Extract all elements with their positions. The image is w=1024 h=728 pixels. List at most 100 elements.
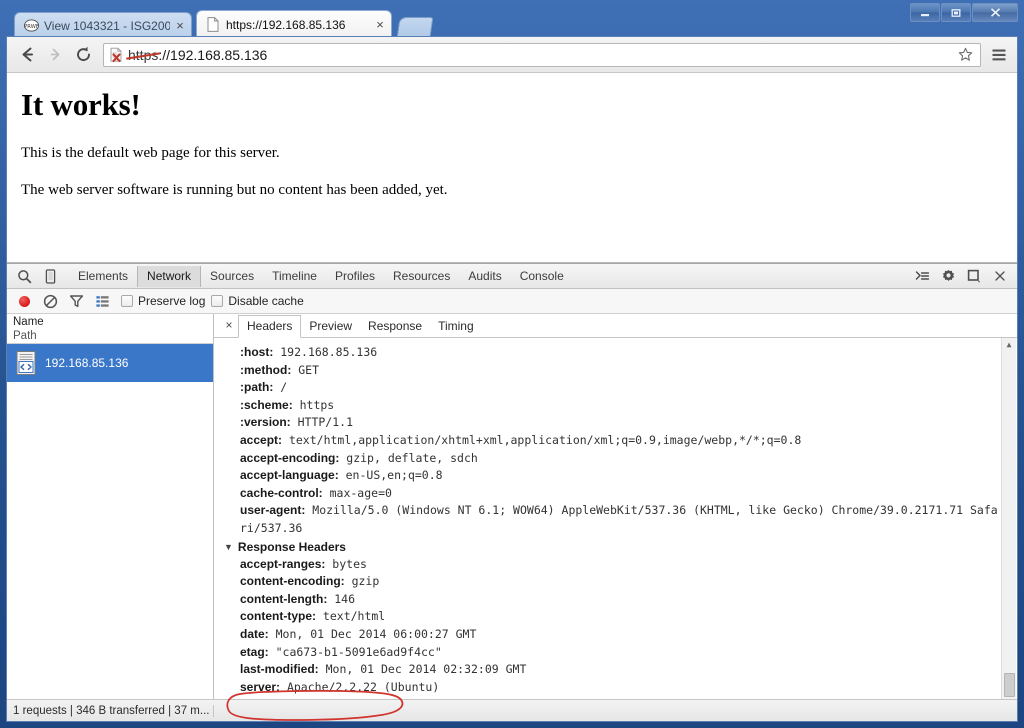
tab-elements[interactable]: Elements [69, 266, 137, 287]
detail-close-icon[interactable]: × [220, 316, 238, 334]
network-subtoolbar: Preserve log Disable cache [7, 289, 1017, 314]
tab-resources[interactable]: Resources [384, 266, 459, 287]
address-bar[interactable]: https://192.168.85.136 [103, 42, 981, 67]
request-header-row: accept-language: en-US,en;q=0.8 [214, 467, 999, 485]
tab-network[interactable]: Network [137, 265, 202, 287]
header-key: status: [240, 697, 279, 699]
detail-tab-response[interactable]: Response [360, 316, 430, 337]
request-header-row: :method: GET [214, 362, 999, 380]
header-value: text/html [316, 609, 386, 624]
header-value: 200 [279, 697, 307, 699]
page-icon [205, 17, 221, 33]
clear-icon[interactable] [37, 290, 63, 313]
triangle-down-icon: ▼ [224, 541, 233, 552]
header-value: "ca673-b1-5091e6ad9f4cc" [268, 644, 442, 659]
tab-sources[interactable]: Sources [201, 266, 263, 287]
disable-cache-checkbox[interactable]: Disable cache [211, 294, 304, 308]
detail-tab-preview[interactable]: Preview [301, 316, 360, 337]
forward-button[interactable] [41, 41, 69, 69]
header-value: Mozilla/5.0 (Windows NT 6.1; WOW64) Appl… [240, 503, 998, 535]
header-key: date: [240, 626, 269, 641]
tab-console[interactable]: Console [511, 266, 573, 287]
network-summary: 1 requests | 346 B transferred | 37 m... [7, 704, 214, 717]
browser-chrome: https://192.168.85.136 It works! This is… [6, 36, 1018, 722]
filter-icon[interactable] [63, 290, 89, 313]
chrome-menu-icon[interactable] [987, 48, 1011, 62]
header-key: cache-control: [240, 485, 323, 500]
bookmark-star-icon[interactable] [954, 47, 976, 62]
device-toggle-icon[interactable] [37, 265, 63, 288]
header-key: content-type: [240, 609, 316, 624]
header-value: Apache/2.2.22 (Ubuntu) [280, 679, 440, 694]
requests-column-header[interactable]: Name Path [7, 314, 213, 344]
headers-scrollbar[interactable]: ▲ [1001, 338, 1016, 699]
preserve-log-checkbox[interactable]: Preserve log [121, 294, 205, 308]
tab-timeline[interactable]: Timeline [263, 266, 326, 287]
devtools-close-icon[interactable] [987, 265, 1013, 288]
request-header-row: :version: HTTP/1.1 [214, 414, 999, 432]
header-key: :method: [240, 362, 292, 377]
tab-close-icon[interactable]: × [173, 18, 187, 33]
page-viewport: It works! This is the default web page f… [7, 73, 1017, 263]
header-key: etag: [240, 644, 269, 659]
scroll-up-arrow-icon[interactable]: ▲ [1007, 340, 1012, 349]
response-header-row: last-modified: Mon, 01 Dec 2014 02:32:09… [214, 661, 999, 679]
scrollbar-thumb[interactable] [1004, 673, 1015, 697]
header-key: accept-ranges: [240, 556, 326, 571]
checkbox-box [211, 295, 224, 307]
header-value: gzip [344, 574, 380, 589]
large-rows-icon[interactable] [89, 290, 115, 313]
request-header-row: accept: text/html,application/xhtml+xml,… [214, 432, 999, 450]
tab-profiles[interactable]: Profiles [326, 266, 384, 287]
header-value: text/html,application/xhtml+xml,applicat… [282, 432, 802, 447]
devtools-panel: Elements Network Sources Timeline Profil… [7, 263, 1017, 721]
tab-active-server[interactable]: https://192.168.85.136 × [196, 10, 392, 38]
back-button[interactable] [13, 41, 41, 69]
prwf-icon: PRWF [23, 18, 39, 34]
reload-button[interactable] [69, 41, 97, 69]
dock-position-icon[interactable] [961, 265, 987, 288]
request-header-row: user-agent: Mozilla/5.0 (Windows NT 6.1;… [214, 502, 999, 537]
response-header-row: content-length: 146 [214, 591, 999, 609]
headers-scroll-area: :host: 192.168.85.136:method: GET:path: … [214, 338, 1017, 699]
browser-window: PRWF View 1043321 - ISG2000-id × https:/… [0, 0, 1024, 728]
response-header-row: date: Mon, 01 Dec 2014 06:00:27 GMT [214, 626, 999, 644]
response-headers-section-title[interactable]: ▼ Response Headers [214, 538, 999, 556]
broken-https-icon[interactable] [108, 47, 126, 63]
header-key: content-length: [240, 591, 328, 606]
devtools-body: Name Path 192.168.85.136 × Headers Previ… [7, 314, 1017, 699]
tab-close-icon[interactable]: × [373, 17, 387, 32]
header-key: :host: [240, 345, 274, 359]
table-row[interactable]: 192.168.85.136 [7, 344, 213, 382]
gear-icon[interactable] [935, 265, 961, 288]
header-key: :scheme: [240, 397, 293, 412]
record-icon[interactable] [11, 290, 37, 313]
page-paragraph-2: The web server software is running but n… [21, 182, 448, 198]
response-header-row: etag: "ca673-b1-5091e6ad9f4cc" [214, 644, 999, 662]
new-tab-button[interactable] [396, 17, 434, 38]
detail-tab-timing[interactable]: Timing [430, 316, 482, 337]
header-key: accept: [240, 432, 283, 447]
svg-text:PRWF: PRWF [24, 24, 39, 30]
header-value: GET [291, 362, 320, 377]
detail-tab-bar: × Headers Preview Response Timing [214, 314, 1017, 338]
preserve-log-label: Preserve log [138, 294, 206, 308]
tab-audits[interactable]: Audits [459, 266, 510, 287]
devtools-toolbar-right [909, 265, 1013, 288]
detail-tab-headers[interactable]: Headers [238, 315, 302, 338]
header-value: Mon, 01 Dec 2014 06:00:27 GMT [268, 626, 477, 641]
header-value: bytes [325, 556, 367, 571]
tab-title: View 1043321 - ISG2000-id [44, 18, 170, 33]
navigation-toolbar: https://192.168.85.136 [7, 37, 1017, 73]
url-scheme-struck: https [128, 46, 159, 63]
response-header-row: accept-ranges: bytes [214, 556, 999, 574]
page-paragraph-1: This is the default web page for this se… [21, 145, 280, 161]
search-icon[interactable] [11, 265, 37, 288]
console-drawer-icon[interactable] [909, 265, 935, 288]
header-value: Mon, 01 Dec 2014 02:32:09 GMT [318, 662, 527, 677]
request-header-row: :host: 192.168.85.136 [214, 344, 999, 362]
column-name: Name [13, 316, 44, 328]
tab-inactive-prwf[interactable]: PRWF View 1043321 - ISG2000-id × [14, 12, 192, 38]
request-name: 192.168.85.136 [45, 355, 129, 370]
tab-title: https://192.168.85.136 [226, 17, 346, 32]
